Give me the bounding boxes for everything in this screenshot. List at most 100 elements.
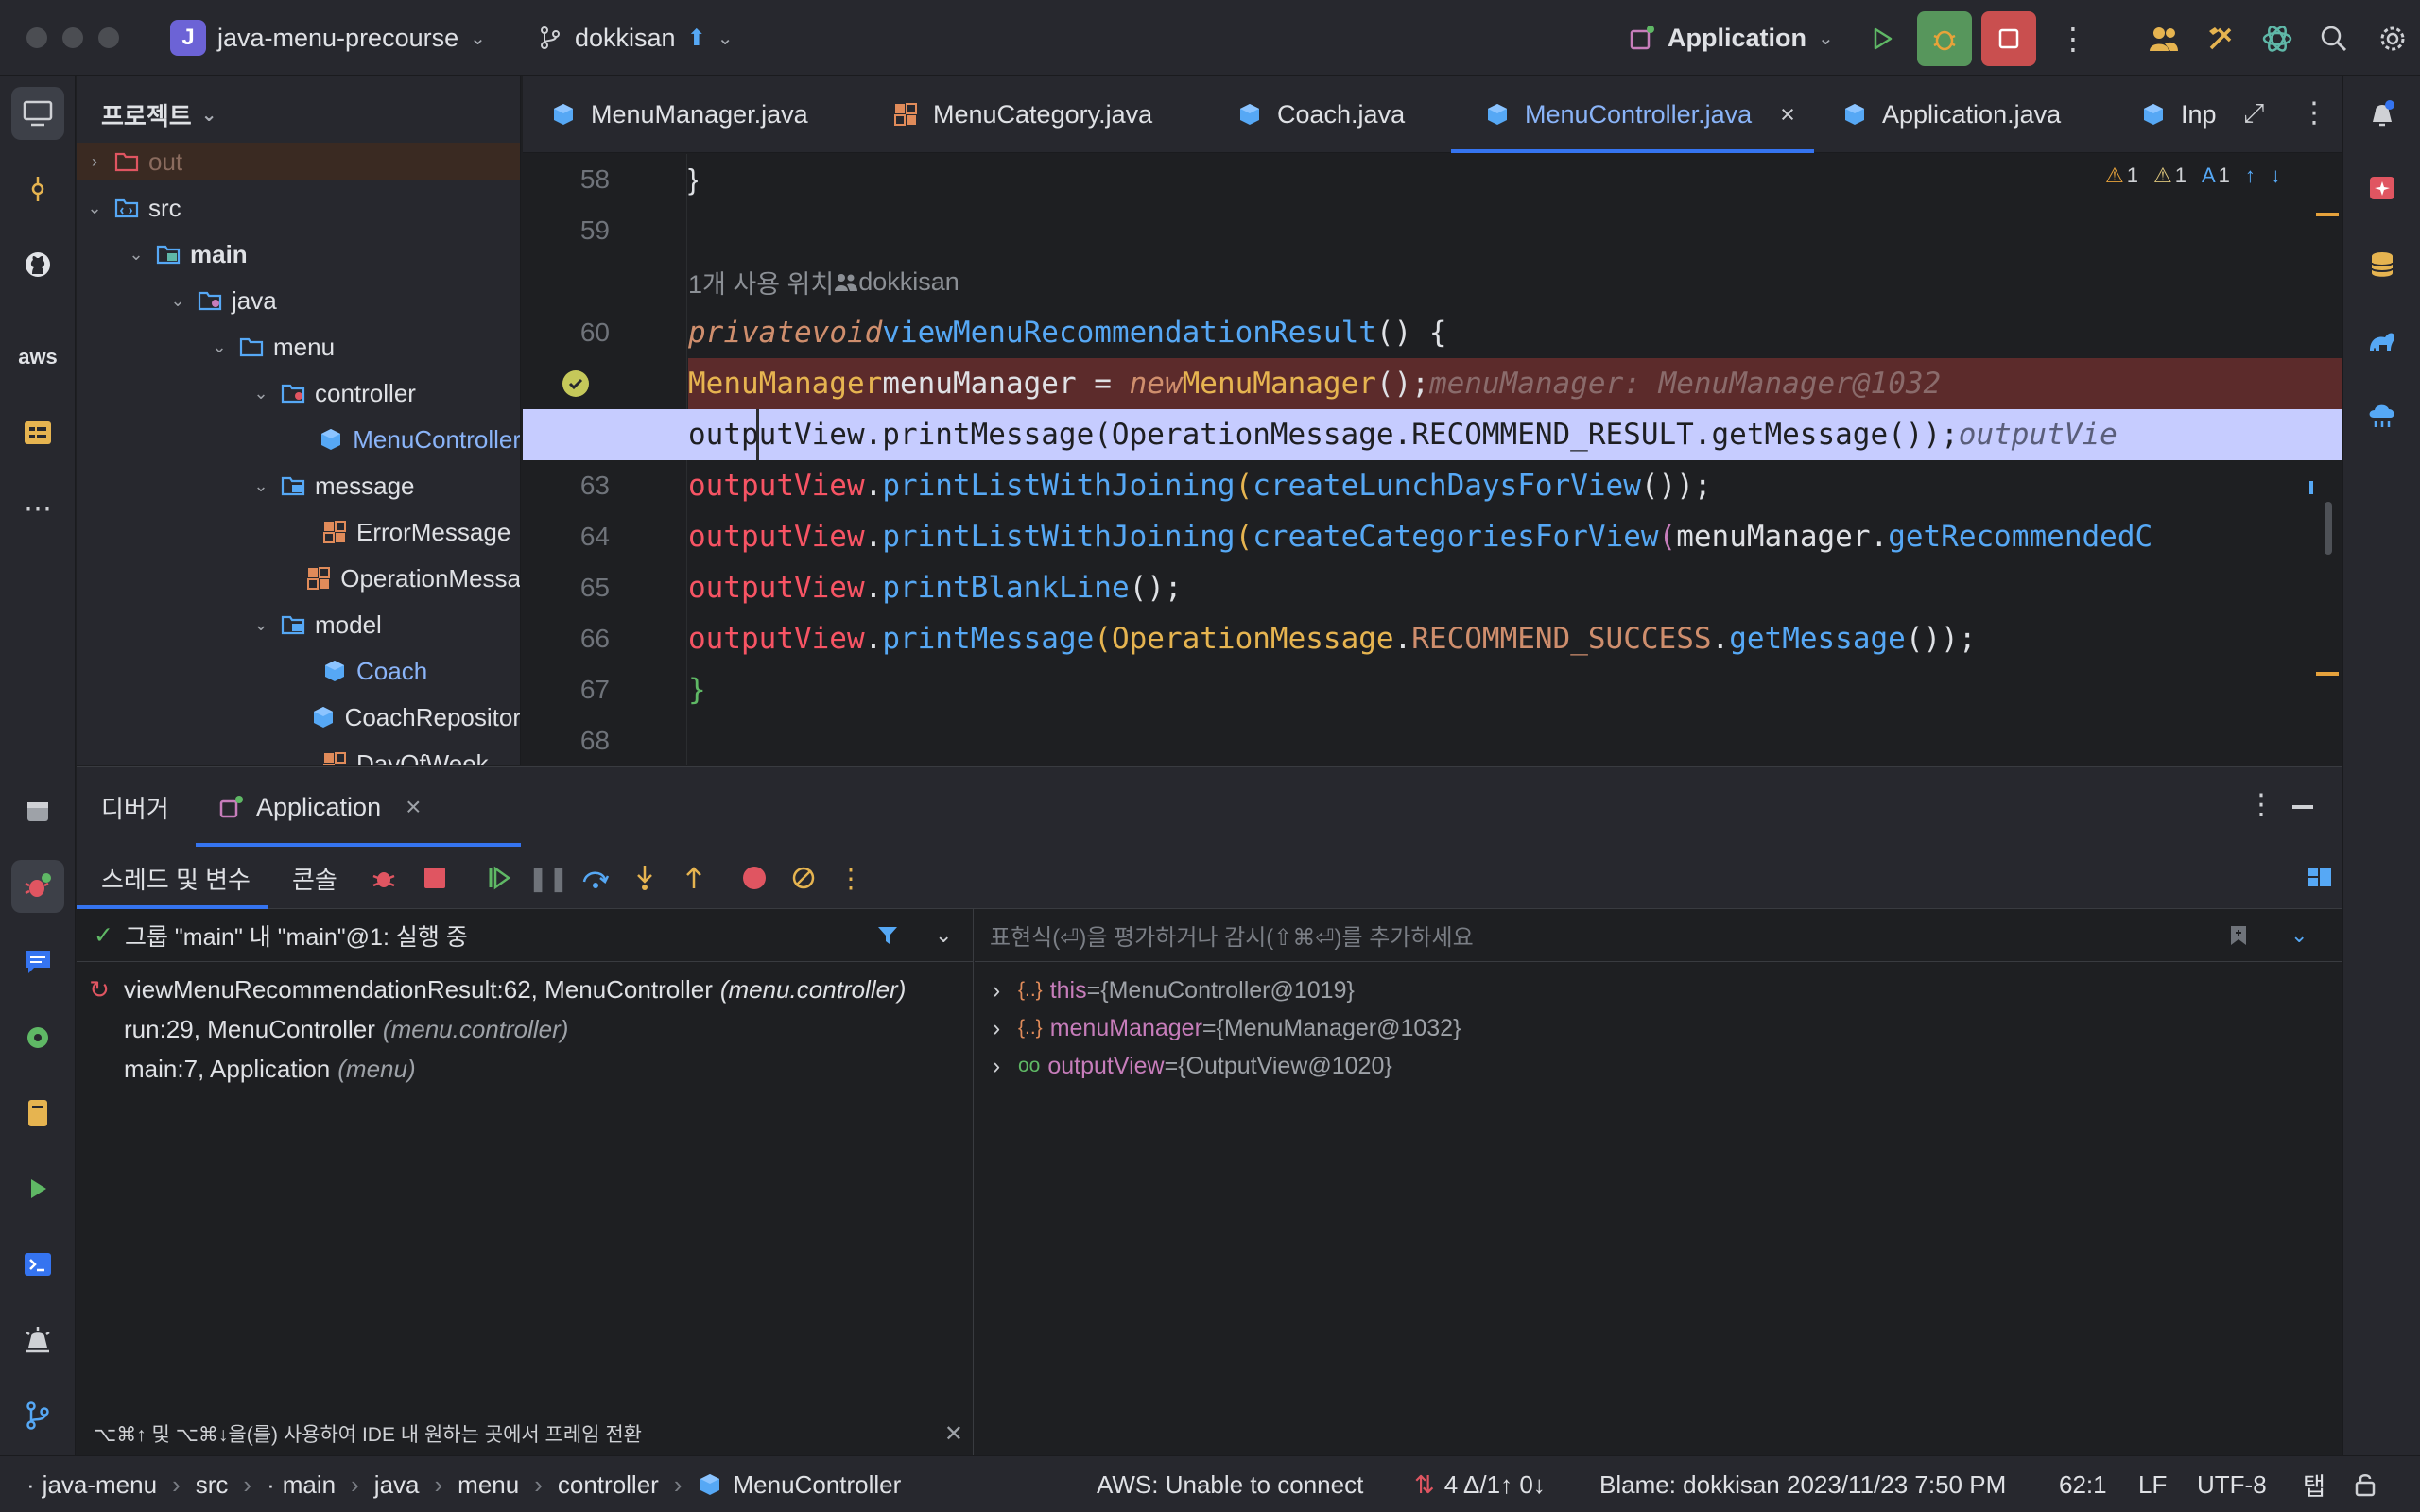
tree-item[interactable]: › out (77, 143, 520, 180)
project-tool-icon[interactable] (11, 87, 64, 140)
branch-switcher[interactable]: dokkisan ⬆ ⌄ (537, 0, 733, 76)
cloud-tool-icon[interactable] (2356, 389, 2409, 442)
add-watch-icon[interactable] (2228, 924, 2249, 947)
indent-setting[interactable]: 탭 (2303, 1456, 2325, 1512)
stack-frame[interactable]: run:29, MenuController (menu.controller) (77, 1009, 974, 1049)
caret-position[interactable]: 62:1 (2059, 1456, 2107, 1512)
tree-item[interactable]: ⌄ menu (77, 328, 520, 366)
build-tools-icon[interactable] (2193, 11, 2248, 66)
run-tool-icon[interactable] (11, 1162, 64, 1215)
ai-assistant-icon[interactable] (2250, 11, 2305, 66)
variable-row[interactable]: › {..} menuManager = {MenuManager@1032} (975, 1009, 2342, 1047)
comments-tool-icon[interactable] (11, 936, 64, 988)
filter-icon[interactable] (876, 924, 899, 947)
warning-stripe-marker[interactable] (2316, 213, 2339, 216)
line-separator[interactable]: LF (2138, 1456, 2167, 1512)
editor-tab[interactable]: Inp (2141, 76, 2217, 153)
editor-tab[interactable]: MenuCategory.java (893, 76, 1152, 153)
tree-item[interactable]: ⌄ java (77, 282, 520, 319)
window-zoom-button[interactable] (98, 27, 119, 48)
expand-editor-icon[interactable]: ⤢ (2243, 98, 2264, 129)
expand-arrow-icon[interactable]: ⌄ (251, 615, 271, 635)
settings-gear-icon[interactable] (2365, 11, 2420, 66)
commit-tool-icon[interactable] (11, 163, 64, 215)
caret-stripe-marker[interactable] (2309, 481, 2313, 494)
variable-row[interactable]: › {..} this = {MenuController@1019} (975, 971, 2342, 1009)
breadcrumb-item[interactable]: · java-menu (26, 1470, 157, 1500)
notifications-icon[interactable] (2356, 87, 2409, 140)
stop-button[interactable] (1981, 11, 2036, 66)
tree-item[interactable]: OperationMessa (77, 559, 520, 597)
line-number[interactable]: 59 (523, 205, 610, 256)
line-number[interactable]: 65 (523, 562, 610, 613)
expand-arrow-icon[interactable]: ⌄ (167, 291, 188, 311)
expand-arrow-icon[interactable]: › (975, 1015, 1018, 1042)
aws-toolkit-icon[interactable]: aws (11, 331, 64, 384)
terminal-tool-icon[interactable] (11, 1238, 64, 1291)
project-panel-header[interactable]: 프로젝트 ⌄ (101, 76, 216, 153)
panel-options-icon[interactable]: ⋮ (2247, 788, 2275, 821)
todo-tool-icon[interactable] (11, 1087, 64, 1140)
subtab-console[interactable]: 콘솔 (292, 847, 337, 909)
line-number[interactable]: 60 (523, 307, 610, 358)
structure-tool-icon[interactable] (11, 406, 64, 459)
chevron-down-icon[interactable]: ⌄ (2290, 923, 2308, 948)
blame-status[interactable]: Blame: dokkisan 2023/11/23 7:50 PM (1599, 1456, 2006, 1512)
rerun-debug-icon[interactable] (366, 860, 402, 896)
expand-arrow-icon[interactable]: › (84, 152, 105, 172)
line-number[interactable]: 58 (523, 154, 610, 205)
breadcrumb-item[interactable]: menu (458, 1470, 519, 1500)
problems-tool-icon[interactable] (11, 1314, 64, 1366)
chevron-down-icon[interactable]: ⌄ (935, 923, 952, 948)
editor-tab[interactable]: Coach.java (1237, 76, 1405, 153)
run-button[interactable] (1855, 11, 1910, 66)
expression-input[interactable]: 표현식(⏎)을 평가하거나 감시(⇧⌘⏎)를 추가하세요 ⌄ (975, 909, 2342, 962)
expand-arrow-icon[interactable]: › (975, 977, 1018, 1005)
expand-arrow-icon[interactable]: ⌄ (251, 476, 271, 496)
view-breakpoints-icon[interactable] (736, 860, 772, 896)
session-tab-application[interactable]: Application × (218, 767, 421, 847)
expand-arrow-icon[interactable]: › (975, 1053, 1018, 1080)
file-encoding[interactable]: UTF-8 (2197, 1456, 2267, 1512)
step-over-icon[interactable] (578, 860, 614, 896)
tree-item[interactable]: ⌄ main (77, 235, 520, 273)
stack-frame[interactable]: main:7, Application (menu) (77, 1049, 974, 1089)
tree-item[interactable]: CoachRepositor (77, 698, 520, 736)
step-out-icon[interactable] (676, 860, 712, 896)
editor-tab[interactable]: MenuManager.java (551, 76, 808, 153)
collaboration-icon[interactable] (2136, 11, 2191, 66)
pause-icon[interactable]: ❚❚ (527, 860, 569, 896)
code-editor[interactable]: 58596062636465666768 ⚠1 ⚠1 A1 ↑ ↓ } 1개 사… (523, 154, 2342, 765)
resume-icon[interactable] (481, 860, 517, 896)
warning-stripe-marker[interactable] (2316, 672, 2339, 676)
editor-tab[interactable]: Application.java (1842, 76, 2061, 153)
expand-arrow-icon[interactable]: ⌄ (84, 198, 105, 218)
usage-inlay[interactable]: 1개 사용 위치 dokkisan (688, 256, 2342, 307)
breadcrumb-item[interactable]: src (196, 1470, 229, 1500)
tree-item[interactable]: MenuController (77, 421, 520, 458)
step-into-icon[interactable] (627, 860, 663, 896)
thread-selector[interactable]: ✓ 그룹 "main" 내 "main"@1: 실행 중 ⌄ (77, 909, 974, 962)
github-icon[interactable] (11, 238, 64, 291)
editor-tab[interactable]: MenuController.java × (1485, 76, 1795, 153)
window-minimize-button[interactable] (62, 27, 83, 48)
close-hint-icon[interactable]: ✕ (944, 1420, 963, 1448)
hide-panel-icon[interactable] (2292, 805, 2313, 809)
tree-item[interactable]: ⌄ src (77, 189, 520, 227)
expand-arrow-icon[interactable]: ⌄ (251, 384, 271, 404)
vcs-status[interactable]: ⇅ 4 Δ/1↑ 0↓ (1414, 1456, 1546, 1512)
mute-breakpoints-icon[interactable] (786, 860, 821, 896)
line-number[interactable]: 63 (523, 460, 610, 511)
more-debug-actions-icon[interactable]: ⋮ (833, 860, 869, 896)
debug-tool-icon[interactable] (11, 860, 64, 913)
editor-scrollbar[interactable] (2325, 502, 2332, 555)
breadcrumb-item[interactable]: java (374, 1470, 420, 1500)
breadcrumb-item[interactable]: controller (558, 1470, 659, 1500)
services-tool-icon[interactable] (11, 784, 64, 837)
line-number[interactable]: 64 (523, 511, 610, 562)
close-tab-icon[interactable]: × (1780, 100, 1795, 129)
lock-icon[interactable] (2354, 1456, 2377, 1512)
tree-item[interactable]: DayOfWeek (77, 745, 520, 765)
debugger-tab[interactable]: 디버거 (101, 767, 169, 847)
more-actions-icon[interactable]: ⋮ (2046, 11, 2100, 66)
